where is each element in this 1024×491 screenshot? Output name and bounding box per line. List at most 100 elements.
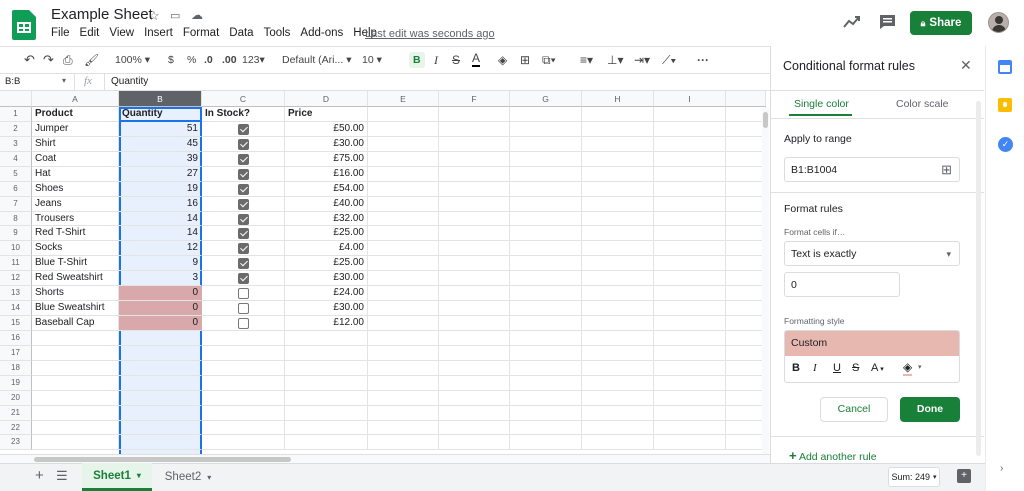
cell[interactable] bbox=[368, 405, 439, 421]
column-header[interactable]: D bbox=[285, 91, 368, 107]
row-header[interactable]: 3 bbox=[0, 136, 32, 152]
cell[interactable] bbox=[202, 330, 285, 346]
cell[interactable] bbox=[654, 256, 726, 272]
in-stock-checkbox[interactable] bbox=[238, 198, 249, 210]
cell[interactable] bbox=[368, 435, 439, 451]
menu-format[interactable]: Format bbox=[178, 27, 224, 39]
cell[interactable] bbox=[510, 211, 582, 227]
column-header[interactable]: F bbox=[439, 91, 510, 107]
cell[interactable] bbox=[32, 405, 119, 421]
share-button[interactable]: 🔒︎ Share bbox=[910, 11, 972, 35]
cell[interactable] bbox=[582, 330, 654, 346]
cell[interactable] bbox=[285, 420, 368, 436]
calendar-icon[interactable] bbox=[998, 60, 1012, 74]
menu-data[interactable]: Data bbox=[224, 27, 258, 39]
product-cell[interactable]: Hat bbox=[32, 166, 119, 182]
price-cell[interactable]: £4.00 bbox=[285, 241, 368, 257]
font-select[interactable]: Default (Ari... ▾ bbox=[282, 52, 351, 68]
cell[interactable] bbox=[726, 345, 766, 361]
cell[interactable] bbox=[510, 435, 582, 451]
cell[interactable] bbox=[654, 211, 726, 227]
cell[interactable] bbox=[582, 375, 654, 391]
row-header[interactable]: 4 bbox=[0, 151, 32, 167]
cell[interactable] bbox=[654, 375, 726, 391]
sheet-tab-sheet1[interactable]: Sheet1 ▾ bbox=[82, 463, 152, 491]
italic-button[interactable]: I bbox=[434, 52, 438, 68]
product-cell[interactable]: Baseball Cap bbox=[32, 316, 119, 331]
vertical-align-icon[interactable]: ⊥▾ bbox=[607, 52, 623, 68]
activity-trend-icon[interactable] bbox=[843, 15, 861, 29]
cell[interactable] bbox=[439, 107, 510, 122]
style-italic-button[interactable]: I bbox=[813, 362, 817, 374]
style-bold-button[interactable]: B bbox=[792, 362, 800, 374]
cancel-button[interactable]: Cancel bbox=[820, 397, 888, 422]
quantity-cell[interactable]: 16 bbox=[119, 197, 202, 212]
cell[interactable] bbox=[32, 330, 119, 346]
cell[interactable] bbox=[582, 301, 654, 316]
cell[interactable] bbox=[654, 390, 726, 406]
cell[interactable] bbox=[510, 360, 582, 376]
close-icon[interactable]: ✕ bbox=[960, 57, 972, 74]
cell[interactable] bbox=[582, 226, 654, 242]
in-stock-checkbox[interactable] bbox=[238, 153, 249, 165]
row-header[interactable]: 10 bbox=[0, 241, 32, 257]
panel-scrollbar[interactable] bbox=[976, 101, 981, 456]
keep-icon[interactable] bbox=[998, 98, 1012, 112]
price-cell[interactable]: £50.00 bbox=[285, 121, 368, 137]
quantity-cell[interactable]: 0 bbox=[119, 286, 202, 302]
explore-icon[interactable]: + bbox=[957, 469, 971, 483]
cell[interactable] bbox=[582, 241, 654, 257]
cell[interactable] bbox=[654, 301, 726, 316]
price-cell[interactable]: £24.00 bbox=[285, 286, 368, 302]
cell[interactable] bbox=[582, 121, 654, 137]
price-cell[interactable]: £25.00 bbox=[285, 226, 368, 242]
row-header[interactable]: 17 bbox=[0, 345, 32, 361]
cell[interactable] bbox=[510, 107, 582, 122]
name-box[interactable]: B:B bbox=[5, 76, 20, 87]
in-stock-checkbox[interactable] bbox=[238, 168, 249, 180]
quantity-cell[interactable]: 9 bbox=[119, 256, 202, 272]
cell[interactable] bbox=[726, 211, 766, 227]
avatar[interactable] bbox=[988, 12, 1009, 33]
cell[interactable] bbox=[654, 121, 726, 137]
cell[interactable] bbox=[368, 286, 439, 302]
cell[interactable] bbox=[285, 435, 368, 451]
cell[interactable] bbox=[510, 420, 582, 436]
chevron-down-icon[interactable]: ▾ bbox=[137, 471, 141, 480]
row-header[interactable]: 9 bbox=[0, 226, 32, 242]
menu-tools[interactable]: Tools bbox=[259, 27, 296, 39]
cell[interactable] bbox=[510, 271, 582, 287]
cell[interactable] bbox=[439, 241, 510, 257]
cell[interactable] bbox=[202, 420, 285, 436]
cell[interactable] bbox=[726, 435, 766, 451]
chevron-right-icon[interactable]: › bbox=[1000, 463, 1003, 474]
cell[interactable] bbox=[202, 390, 285, 406]
header-cell[interactable]: Product bbox=[32, 107, 119, 122]
cell[interactable] bbox=[654, 405, 726, 421]
cell[interactable] bbox=[654, 107, 726, 122]
cell[interactable] bbox=[368, 121, 439, 137]
borders-icon[interactable]: ⊞ bbox=[520, 52, 530, 68]
row-header[interactable]: 5 bbox=[0, 166, 32, 182]
cell[interactable] bbox=[368, 166, 439, 182]
cell[interactable] bbox=[202, 345, 285, 361]
add-sheet-icon[interactable]: + bbox=[35, 467, 44, 484]
done-button[interactable]: Done bbox=[900, 397, 960, 422]
horizontal-align-icon[interactable]: ≡▾ bbox=[580, 52, 593, 68]
currency-format-button[interactable]: $ bbox=[168, 52, 174, 68]
fill-color-icon[interactable]: ◈ bbox=[903, 361, 913, 376]
cell[interactable] bbox=[726, 375, 766, 391]
price-cell[interactable]: £40.00 bbox=[285, 196, 368, 212]
cell[interactable] bbox=[582, 420, 654, 436]
cell[interactable] bbox=[368, 271, 439, 287]
increase-decimal-button[interactable]: .00 bbox=[222, 52, 237, 68]
decrease-decimal-button[interactable]: .0 bbox=[204, 52, 213, 68]
price-cell[interactable]: £25.00 bbox=[285, 256, 368, 272]
text-rotation-icon[interactable]: ⟋▾ bbox=[662, 52, 676, 68]
cell[interactable] bbox=[654, 420, 726, 436]
range-input[interactable]: B1:B1004 ⊞ bbox=[784, 157, 960, 182]
cell[interactable] bbox=[368, 316, 439, 331]
price-cell[interactable]: £30.00 bbox=[285, 136, 368, 152]
cell[interactable] bbox=[510, 375, 582, 391]
in-stock-checkbox[interactable] bbox=[238, 183, 249, 195]
